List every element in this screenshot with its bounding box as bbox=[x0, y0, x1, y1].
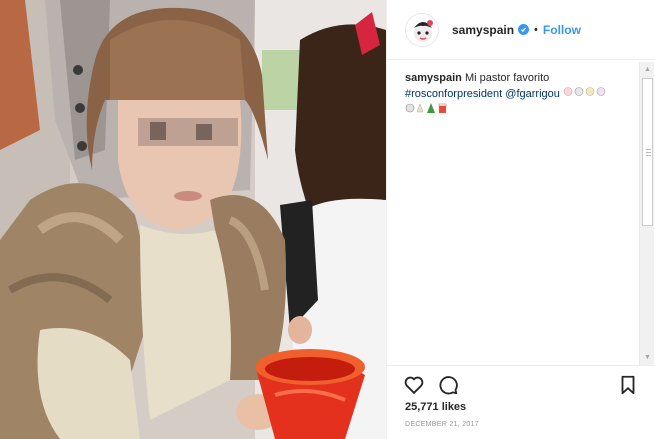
header-separator: • bbox=[534, 23, 538, 36]
heart-outline-icon[interactable] bbox=[403, 374, 425, 396]
scrollbar-thumb[interactable] bbox=[642, 78, 653, 226]
scrollbar-grip-line bbox=[646, 149, 651, 150]
post-header: samyspain • Follow bbox=[387, 0, 655, 60]
bookmark-icon[interactable] bbox=[617, 374, 639, 396]
caption-hashtag[interactable]: #rosconforpresident bbox=[405, 88, 502, 100]
caption: samyspain Mi pastor favorito #rosconforp… bbox=[405, 71, 623, 119]
likes-count[interactable]: 25,771 likes bbox=[405, 401, 466, 413]
comments-scrollbar[interactable]: ▲ ▼ bbox=[639, 62, 654, 365]
caption-emoji-row-2 bbox=[405, 102, 449, 119]
follow-button[interactable]: Follow bbox=[543, 23, 581, 37]
action-bar bbox=[387, 365, 655, 399]
caption-username[interactable]: samyspain bbox=[405, 72, 462, 84]
speech-bubble-icon[interactable] bbox=[437, 374, 459, 396]
scroll-up-arrow-icon[interactable]: ▲ bbox=[640, 62, 655, 77]
scroll-down-arrow-icon[interactable]: ▼ bbox=[640, 350, 655, 365]
scrollbar-grip-line bbox=[646, 155, 651, 156]
comments-area: samyspain Mi pastor favorito #rosconforp… bbox=[387, 61, 641, 365]
caption-mention[interactable]: @fgarrigou bbox=[505, 88, 560, 100]
avatar[interactable] bbox=[405, 12, 439, 47]
instagram-post: samyspain • Follow samyspain Mi pastor f… bbox=[0, 0, 655, 439]
verified-badge-icon bbox=[518, 24, 530, 35]
caption-text: Mi pastor favorito bbox=[464, 72, 550, 84]
caption-emoji-row-1 bbox=[563, 86, 607, 102]
scrollbar-grip-line bbox=[646, 152, 651, 153]
header-username[interactable]: samyspain bbox=[452, 23, 514, 37]
post-photo[interactable] bbox=[0, 0, 386, 439]
photo-illustration bbox=[0, 0, 386, 439]
post-side-panel: samyspain • Follow samyspain Mi pastor f… bbox=[386, 0, 655, 439]
post-date: DECEMBER 21, 2017 bbox=[405, 421, 479, 428]
avatar-image bbox=[406, 13, 438, 46]
